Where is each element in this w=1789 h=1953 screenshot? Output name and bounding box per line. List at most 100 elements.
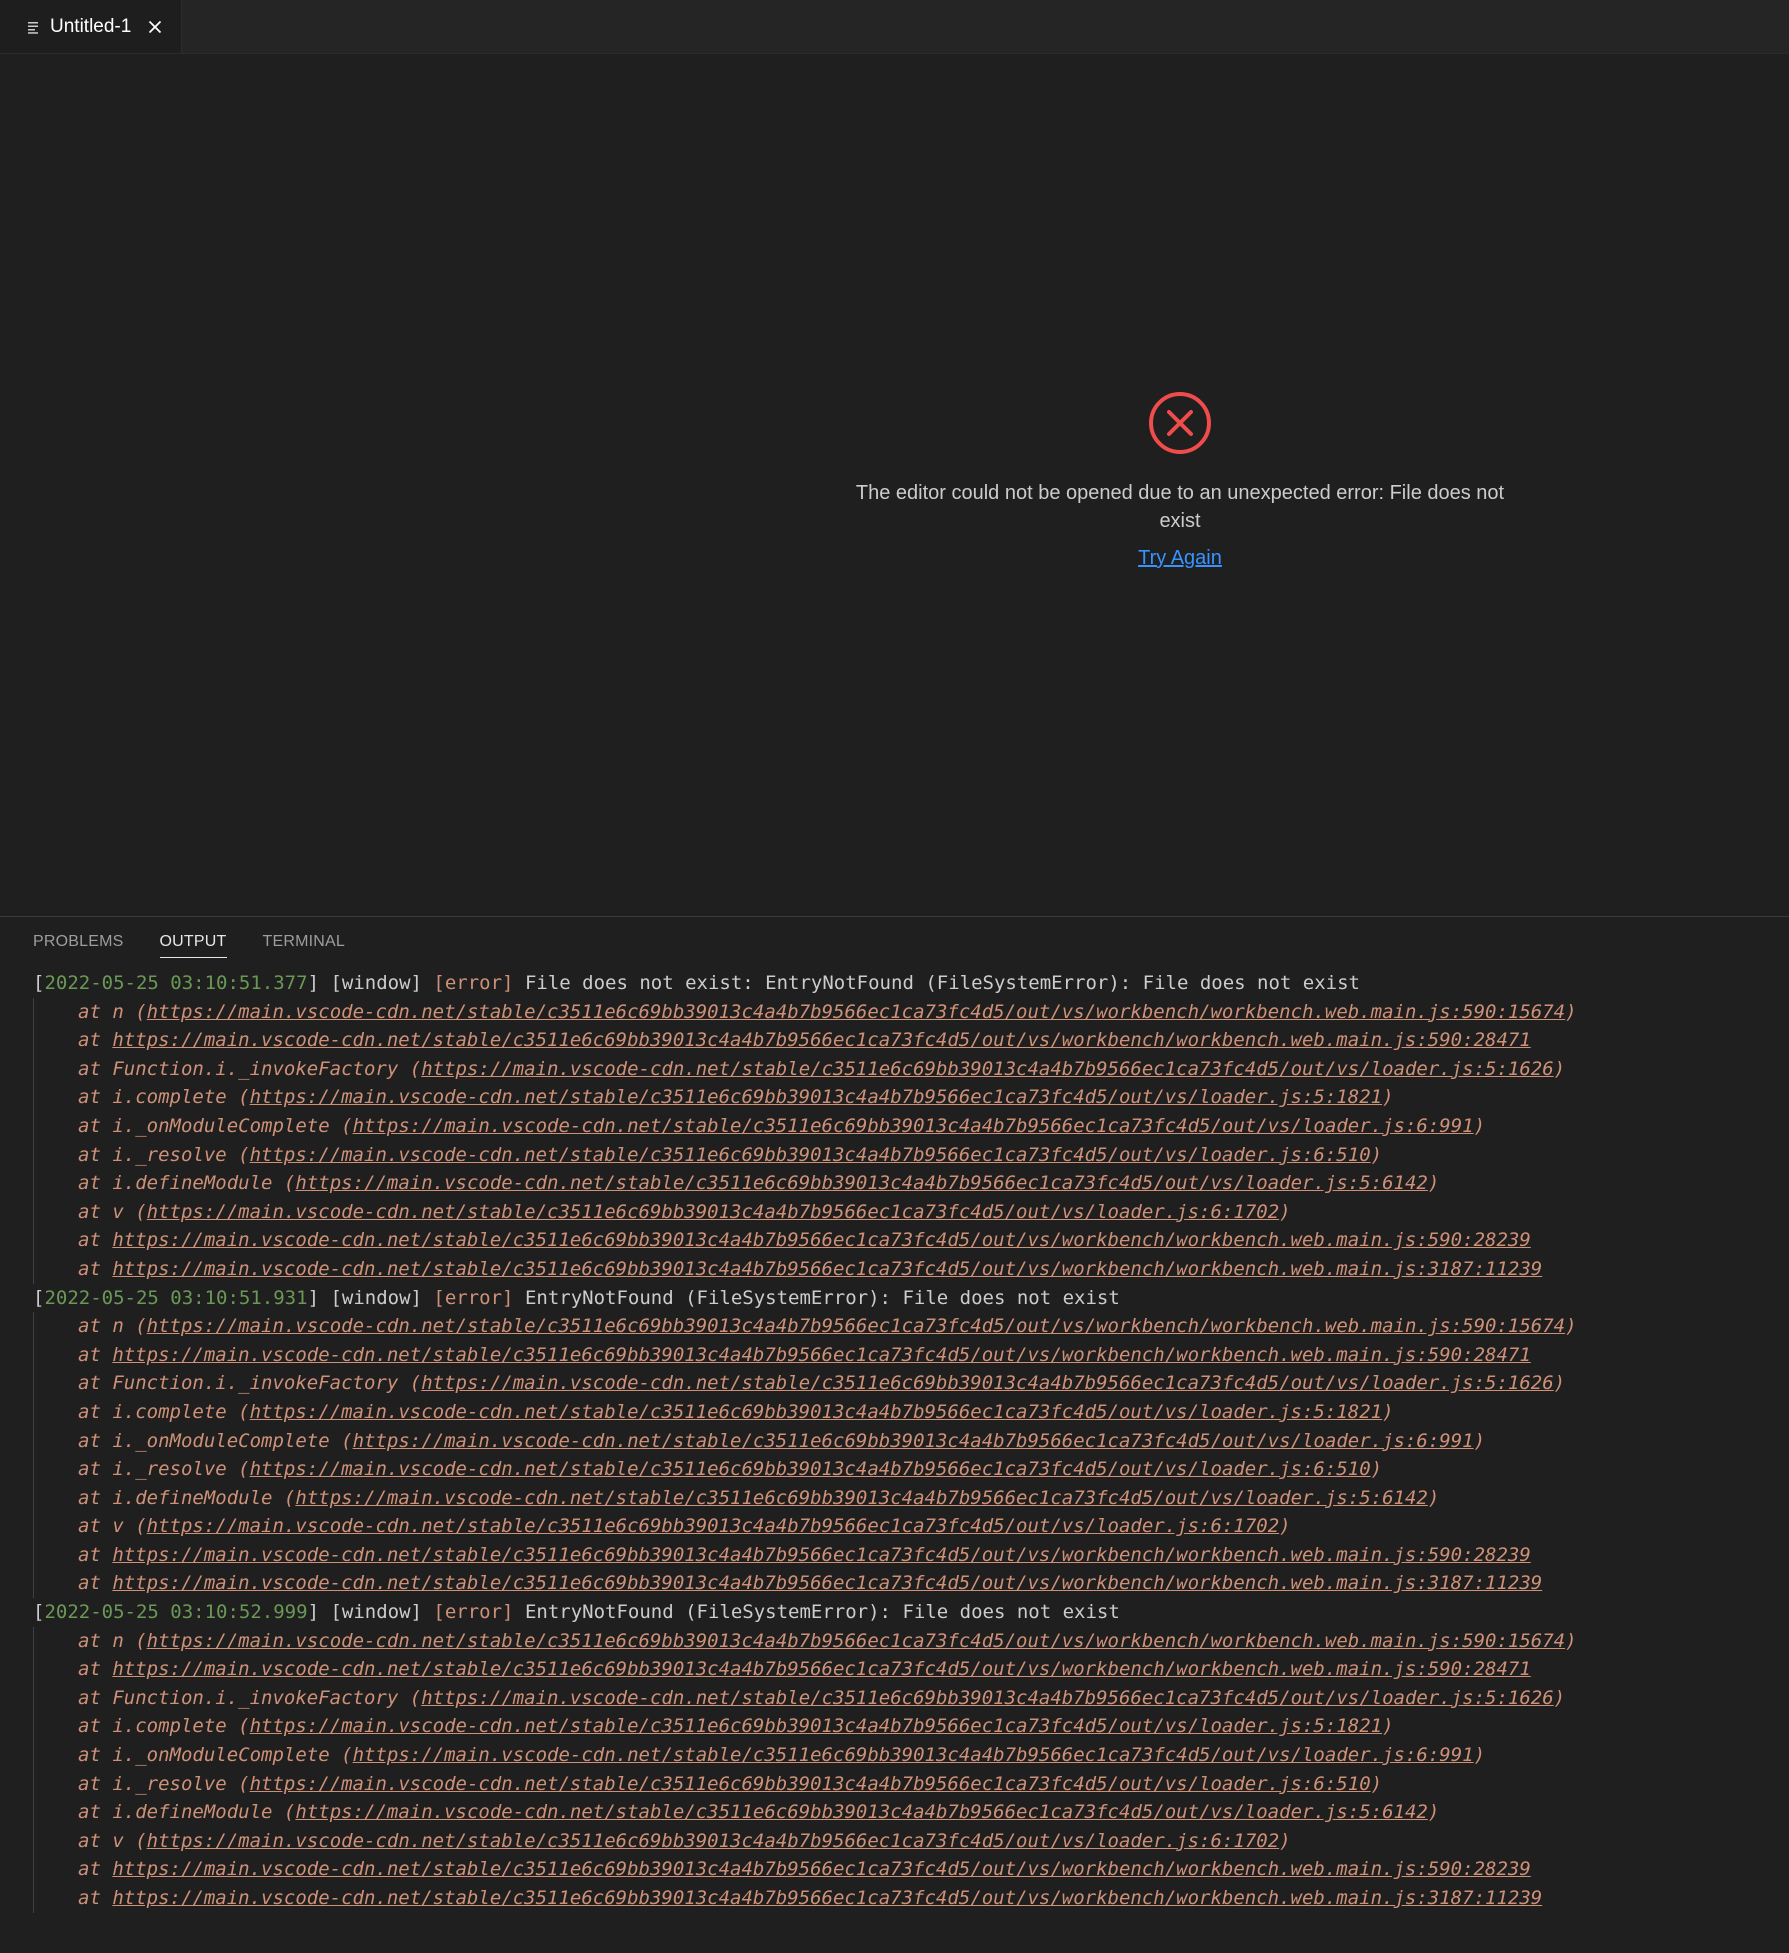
error-circle-icon bbox=[1148, 391, 1212, 455]
stack-at: at bbox=[78, 1029, 113, 1052]
log-source: [window] bbox=[330, 972, 422, 994]
log-message: EntryNotFound (FileSystemError): File do… bbox=[524, 1286, 1120, 1309]
stack-at: at bbox=[78, 1887, 113, 1909]
stack-function: Function.i._invokeFactory bbox=[112, 1372, 399, 1395]
stack-url-link[interactable]: https://main.vscode-cdn.net/stable/c3511… bbox=[112, 1544, 1530, 1566]
stack-at: at bbox=[78, 1343, 113, 1366]
log-stack-trace: at n (https://main.vscode-cdn.net/stable… bbox=[33, 1626, 1773, 1913]
stack-function: i._onModuleComplete bbox=[112, 1429, 330, 1452]
stack-url-link[interactable]: https://main.vscode-cdn.net/stable/c3511… bbox=[353, 1744, 1474, 1766]
text-file-icon bbox=[26, 19, 42, 35]
stack-function: i._resolve bbox=[112, 1458, 227, 1481]
stack-frame: at i.complete (https://main.vscode-cdn.n… bbox=[78, 1400, 1394, 1423]
stack-url-link[interactable]: https://main.vscode-cdn.net/stable/c3511… bbox=[112, 1887, 1542, 1909]
stack-function: i.defineModule bbox=[112, 1801, 273, 1824]
stack-frame: at i._onModuleComplete (https://main.vsc… bbox=[78, 1429, 1486, 1452]
stack-at: at bbox=[78, 1400, 113, 1423]
stack-function: n bbox=[112, 1000, 124, 1023]
stack-function: Function.i._invokeFactory bbox=[112, 1057, 399, 1080]
stack-at: at bbox=[78, 1744, 113, 1767]
log-stack-trace: at n (https://main.vscode-cdn.net/stable… bbox=[33, 1312, 1773, 1599]
stack-frame: at https://main.vscode-cdn.net/stable/c3… bbox=[78, 1855, 1773, 1884]
stack-url-link[interactable]: https://main.vscode-cdn.net/stable/c3511… bbox=[147, 1315, 1565, 1337]
stack-frame: at i._onModuleComplete (https://main.vsc… bbox=[78, 1744, 1486, 1767]
editor-error-placeholder: The editor could not be opened due to an… bbox=[840, 391, 1520, 570]
log-bracket: ] bbox=[307, 1601, 331, 1624]
stack-url-link[interactable]: https://main.vscode-cdn.net/stable/c3511… bbox=[250, 1401, 1382, 1423]
stack-url-link[interactable]: https://main.vscode-cdn.net/stable/c3511… bbox=[112, 1858, 1530, 1880]
stack-url-link[interactable]: https://main.vscode-cdn.net/stable/c3511… bbox=[353, 1115, 1474, 1137]
stack-url-link[interactable]: https://main.vscode-cdn.net/stable/c3511… bbox=[112, 1572, 1542, 1594]
stack-at: at bbox=[78, 1543, 113, 1566]
stack-at: at bbox=[78, 1200, 113, 1223]
log-source: [window] bbox=[330, 1601, 422, 1624]
tab-untitled-1[interactable]: Untitled-1 bbox=[0, 0, 182, 53]
stack-function: i._onModuleComplete bbox=[112, 1744, 330, 1767]
panel-tab-bar: PROBLEMS OUTPUT TERMINAL bbox=[33, 933, 381, 958]
stack-at: at bbox=[78, 1229, 113, 1252]
try-again-link[interactable]: Try Again bbox=[1138, 547, 1222, 570]
stack-frame: at i.complete (https://main.vscode-cdn.n… bbox=[78, 1086, 1394, 1109]
stack-url-link[interactable]: https://main.vscode-cdn.net/stable/c3511… bbox=[421, 1058, 1553, 1080]
editor-tab-bar: Untitled-1 bbox=[0, 0, 1789, 54]
stack-url-link[interactable]: https://main.vscode-cdn.net/stable/c3511… bbox=[147, 1830, 1279, 1852]
stack-frame: at Function.i._invokeFactory (https://ma… bbox=[78, 1057, 1566, 1080]
stack-frame: at i._resolve (https://main.vscode-cdn.n… bbox=[78, 1143, 1383, 1166]
log-timestamp: 2022-05-25 03:10:51.377 bbox=[44, 972, 308, 994]
stack-frame: at https://main.vscode-cdn.net/stable/c3… bbox=[78, 1255, 1773, 1284]
stack-at: at bbox=[78, 1801, 113, 1824]
stack-frame: at https://main.vscode-cdn.net/stable/c3… bbox=[78, 1026, 1773, 1055]
stack-url-link[interactable]: https://main.vscode-cdn.net/stable/c3511… bbox=[295, 1172, 1427, 1194]
stack-function: Function.i._invokeFactory bbox=[112, 1686, 399, 1709]
close-icon[interactable] bbox=[145, 17, 165, 37]
stack-url-link[interactable]: https://main.vscode-cdn.net/stable/c3511… bbox=[147, 1201, 1279, 1223]
stack-frame: at i.complete (https://main.vscode-cdn.n… bbox=[78, 1715, 1394, 1738]
tab-problems[interactable]: PROBLEMS bbox=[33, 933, 124, 958]
stack-frame: at https://main.vscode-cdn.net/stable/c3… bbox=[78, 1226, 1773, 1255]
stack-function: v bbox=[112, 1515, 124, 1538]
stack-frame: at Function.i._invokeFactory (https://ma… bbox=[78, 1372, 1566, 1395]
stack-url-link[interactable]: https://main.vscode-cdn.net/stable/c3511… bbox=[112, 1229, 1530, 1251]
stack-url-link[interactable]: https://main.vscode-cdn.net/stable/c3511… bbox=[295, 1801, 1427, 1823]
stack-url-link[interactable]: https://main.vscode-cdn.net/stable/c3511… bbox=[250, 1773, 1371, 1795]
tab-output[interactable]: OUTPUT bbox=[159, 933, 227, 958]
stack-frame: at i.defineModule (https://main.vscode-c… bbox=[78, 1172, 1440, 1195]
stack-url-link[interactable]: https://main.vscode-cdn.net/stable/c3511… bbox=[112, 1258, 1542, 1280]
stack-url-link[interactable]: https://main.vscode-cdn.net/stable/c3511… bbox=[112, 1658, 1530, 1680]
log-message: File does not exist: EntryNotFound (File… bbox=[524, 972, 1360, 994]
stack-function: i.complete bbox=[112, 1715, 227, 1738]
stack-at: at bbox=[78, 1686, 113, 1709]
tab-label: Untitled-1 bbox=[50, 15, 132, 37]
stack-at: at bbox=[78, 1257, 113, 1280]
stack-at: at bbox=[78, 1629, 113, 1652]
stack-frame: at v (https://main.vscode-cdn.net/stable… bbox=[78, 1515, 1291, 1538]
stack-url-link[interactable]: https://main.vscode-cdn.net/stable/c3511… bbox=[147, 1515, 1279, 1537]
stack-url-link[interactable]: https://main.vscode-cdn.net/stable/c3511… bbox=[147, 1630, 1565, 1652]
tab-terminal[interactable]: TERMINAL bbox=[263, 933, 346, 958]
stack-url-link[interactable]: https://main.vscode-cdn.net/stable/c3511… bbox=[250, 1086, 1382, 1108]
stack-url-link[interactable]: https://main.vscode-cdn.net/stable/c3511… bbox=[421, 1372, 1553, 1394]
stack-url-link[interactable]: https://main.vscode-cdn.net/stable/c3511… bbox=[112, 1344, 1530, 1366]
stack-url-link[interactable]: https://main.vscode-cdn.net/stable/c3511… bbox=[112, 1029, 1530, 1051]
log-bracket: [ bbox=[33, 1286, 45, 1309]
stack-function: i._resolve bbox=[112, 1143, 227, 1166]
stack-frame: at i.defineModule (https://main.vscode-c… bbox=[78, 1801, 1440, 1824]
stack-url-link[interactable]: https://main.vscode-cdn.net/stable/c3511… bbox=[295, 1487, 1427, 1509]
log-bracket: ] bbox=[307, 1286, 331, 1309]
output-log[interactable]: [2022-05-25 03:10:51.377] [window] [erro… bbox=[33, 969, 1773, 1913]
stack-url-link[interactable]: https://main.vscode-cdn.net/stable/c3511… bbox=[250, 1144, 1371, 1166]
stack-function: i._onModuleComplete bbox=[112, 1114, 330, 1137]
stack-frame: at n (https://main.vscode-cdn.net/stable… bbox=[78, 1000, 1577, 1023]
stack-url-link[interactable]: https://main.vscode-cdn.net/stable/c3511… bbox=[250, 1458, 1371, 1480]
log-bracket: ] bbox=[307, 972, 331, 994]
stack-at: at bbox=[78, 1143, 113, 1166]
stack-frame: at n (https://main.vscode-cdn.net/stable… bbox=[78, 1315, 1577, 1338]
stack-frame: at v (https://main.vscode-cdn.net/stable… bbox=[78, 1200, 1291, 1223]
stack-url-link[interactable]: https://main.vscode-cdn.net/stable/c3511… bbox=[421, 1687, 1553, 1709]
stack-url-link[interactable]: https://main.vscode-cdn.net/stable/c3511… bbox=[250, 1715, 1382, 1737]
stack-url-link[interactable]: https://main.vscode-cdn.net/stable/c3511… bbox=[147, 1001, 1565, 1023]
log-timestamp: 2022-05-25 03:10:52.999 bbox=[44, 1601, 308, 1624]
stack-url-link[interactable]: https://main.vscode-cdn.net/stable/c3511… bbox=[353, 1430, 1474, 1452]
stack-frame: at https://main.vscode-cdn.net/stable/c3… bbox=[78, 1569, 1773, 1598]
log-level: [error] bbox=[433, 1286, 514, 1309]
